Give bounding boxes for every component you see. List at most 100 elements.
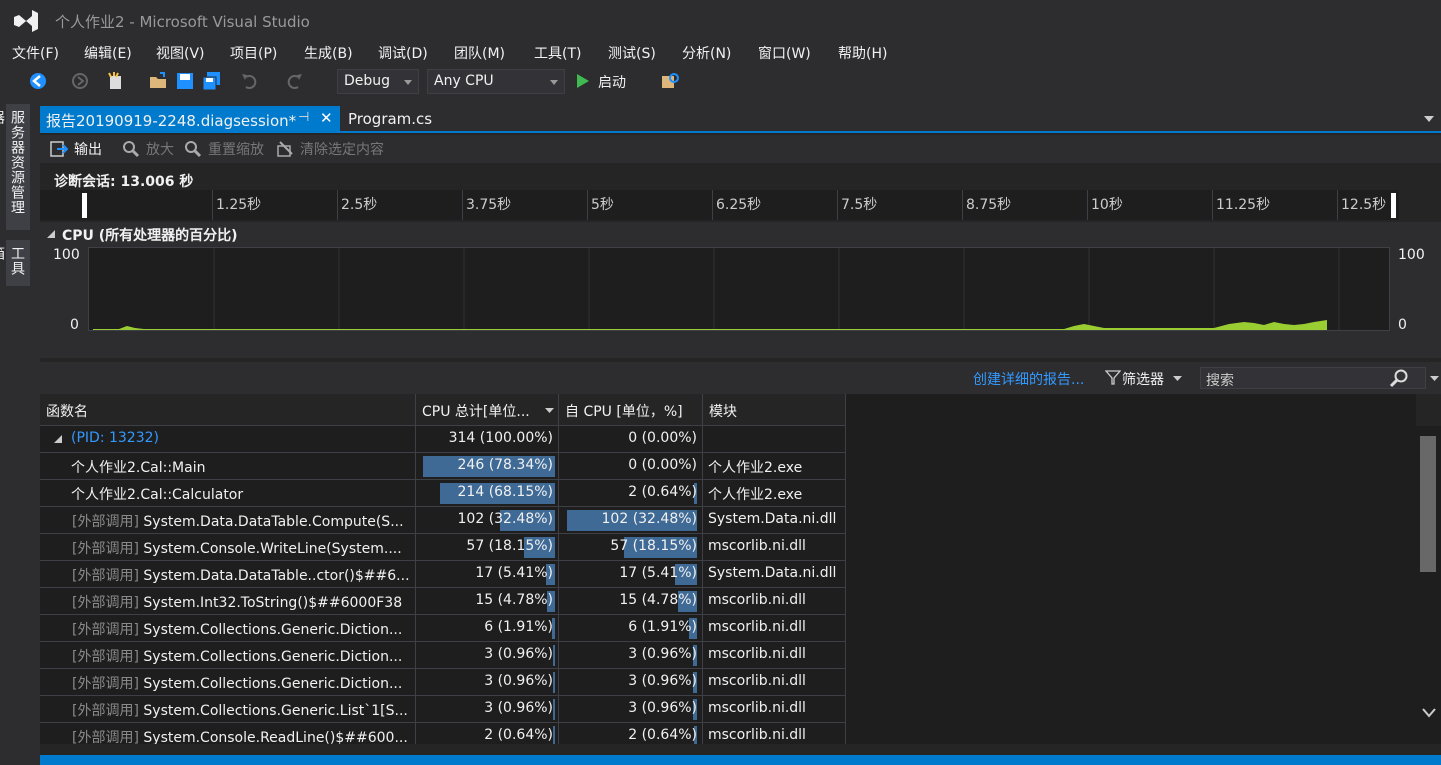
- redo-icon[interactable]: [284, 71, 304, 91]
- reset-zoom-icon: [185, 141, 202, 158]
- search-input[interactable]: 搜索: [1200, 367, 1426, 389]
- menu-project[interactable]: 项目(P): [230, 43, 277, 63]
- toolbox-tab[interactable]: 工具箱: [0, 240, 30, 286]
- external-call-prefix: [外部调用]: [72, 703, 139, 719]
- total-cpu-bar: [553, 645, 555, 666]
- table-row[interactable]: [外部调用] System.Collections.Generic.Dictio…: [40, 669, 846, 696]
- timeline-ruler[interactable]: 1.25秒 2.5秒 3.75秒 5秒 6.25秒 7.5秒 8.75秒 10秒…: [40, 190, 1399, 220]
- vertical-scrollbar[interactable]: [1416, 426, 1441, 744]
- filter-dropdown[interactable]: 筛选器: [1105, 368, 1185, 388]
- platform-value: Any CPU: [434, 73, 494, 89]
- module-cell: System.Data.ni.dll: [703, 561, 846, 588]
- self-cpu-cell: 17 (5.41%): [559, 561, 703, 588]
- collapse-triangle-icon[interactable]: [47, 230, 55, 238]
- self-cpu-cell: 2 (0.64%): [559, 723, 703, 744]
- undo-icon[interactable]: [240, 71, 260, 91]
- table-row[interactable]: [外部调用] System.Console.WriteLine(System..…: [40, 534, 846, 561]
- close-icon[interactable]: ✕: [320, 109, 333, 127]
- self-cpu-cell: 0 (0.00%): [559, 426, 703, 453]
- module-name: mscorlib.ni.dll: [708, 619, 806, 635]
- menu-file[interactable]: 文件(F): [12, 43, 59, 63]
- table-row[interactable]: [外部调用] System.Console.ReadLine()$##600..…: [40, 723, 846, 744]
- menu-edit[interactable]: 编辑(E): [84, 43, 132, 63]
- menu-analyze[interactable]: 分析(N): [682, 43, 731, 63]
- menu-tools[interactable]: 工具(T): [534, 43, 581, 63]
- filter-icon: [1105, 370, 1121, 385]
- column-header-self-cpu[interactable]: 自 CPU [单位，%]: [559, 394, 703, 426]
- total-cpu-cell: 246 (78.34%): [416, 453, 559, 480]
- total-cpu-value: 2 (0.64%): [484, 727, 553, 743]
- table-row[interactable]: [外部调用] System.Collections.Generic.List`1…: [40, 696, 846, 723]
- function-name-cell: [外部调用] System.Data.DataTable..ctor()$##6…: [40, 561, 416, 588]
- output-button[interactable]: 输出: [50, 139, 102, 159]
- pin-icon[interactable]: ⊣: [298, 110, 309, 125]
- timeline-start-handle[interactable]: [82, 193, 87, 218]
- table-row[interactable]: 个人作业2.Cal::Main 246 (78.34%) 0 (0.00%) 个人作业…: [40, 453, 846, 480]
- zoom-in-button[interactable]: 放大: [122, 139, 174, 159]
- scroll-down-chevron-icon[interactable]: [1422, 708, 1436, 718]
- cpu-usage-chart[interactable]: [88, 247, 1390, 331]
- menu-window[interactable]: 窗口(W): [758, 43, 811, 63]
- chevron-down-icon: [550, 80, 558, 85]
- column-header-function[interactable]: 函数名: [40, 394, 416, 426]
- ruler-label: 3.75秒: [466, 197, 512, 213]
- navigate-forward-icon[interactable]: [70, 71, 90, 91]
- table-row[interactable]: [外部调用] System.Data.DataTable.Compute(S..…: [40, 507, 846, 534]
- module-name: mscorlib.ni.dll: [708, 646, 806, 662]
- reset-zoom-button[interactable]: 重置缩放: [184, 139, 264, 159]
- process-id-label[interactable]: (PID: 13232): [71, 430, 159, 446]
- table-row[interactable]: (PID: 13232) 314 (100.00%) 0 (0.00%): [40, 426, 846, 453]
- timeline-end-handle[interactable]: [1391, 193, 1396, 218]
- table-row[interactable]: [外部调用] System.Collections.Generic.Dictio…: [40, 615, 846, 642]
- self-cpu-value: 57 (18.15%): [610, 538, 697, 554]
- table-row[interactable]: [外部调用] System.Int32.ToString()$##6000F38…: [40, 588, 846, 615]
- table-row[interactable]: [外部调用] System.Data.DataTable..ctor()$##6…: [40, 561, 846, 588]
- clear-selection-label: 清除选定内容: [300, 142, 384, 158]
- external-call-prefix: [外部调用]: [72, 649, 139, 665]
- create-detailed-report-link[interactable]: 创建详细的报告...: [973, 369, 1084, 389]
- collapse-triangle-icon[interactable]: [54, 435, 62, 443]
- table-row[interactable]: 个人作业2.Cal::Calculator 214 (68.15%) 2 (0.64…: [40, 480, 846, 507]
- tab-diagsession[interactable]: 报告20190919-2248.diagsession* ⊣ ✕: [40, 106, 340, 133]
- module-name: System.Data.ni.dll: [708, 565, 837, 581]
- tab-program-cs[interactable]: Program.cs: [342, 106, 438, 133]
- menu-test[interactable]: 测试(S): [608, 43, 656, 63]
- column-header-total-cpu[interactable]: CPU 总计[单位...: [416, 394, 559, 426]
- solution-configuration-dropdown[interactable]: Debug: [337, 69, 419, 94]
- server-explorer-tab[interactable]: 服务器资源管理器: [0, 104, 30, 230]
- clear-selection-button[interactable]: 清除选定内容: [276, 139, 384, 159]
- search-icon[interactable]: [1389, 369, 1409, 388]
- module-cell: mscorlib.ni.dll: [703, 588, 846, 615]
- solution-platform-dropdown[interactable]: Any CPU: [427, 69, 565, 94]
- search-options-chevron-icon[interactable]: [1430, 376, 1439, 381]
- navigate-back-icon[interactable]: [28, 71, 48, 91]
- self-cpu-cell: 15 (4.78%): [559, 588, 703, 615]
- total-cpu-value: 3 (0.96%): [484, 646, 553, 662]
- open-folder-icon[interactable]: [148, 71, 168, 91]
- new-project-icon[interactable]: [106, 71, 126, 91]
- ruler-tick: [712, 190, 713, 220]
- function-name-cell: 个人作业2.Cal::Main: [40, 453, 416, 480]
- visual-studio-logo-icon: [14, 10, 38, 32]
- column-header-label: CPU 总计[单位...: [422, 404, 530, 420]
- table-row[interactable]: [外部调用] System.Collections.Generic.Dictio…: [40, 642, 846, 669]
- total-cpu-cell: 214 (68.15%): [416, 480, 559, 507]
- total-cpu-value: 246 (78.34%): [457, 457, 553, 473]
- module-cell: mscorlib.ni.dll: [703, 696, 846, 723]
- save-icon[interactable]: [175, 71, 195, 91]
- start-button[interactable]: 启动: [574, 70, 646, 92]
- menu-help[interactable]: 帮助(H): [838, 43, 887, 63]
- self-cpu-cell: 57 (18.15%): [559, 534, 703, 561]
- column-header-module[interactable]: 模块: [703, 394, 846, 426]
- find-in-files-icon[interactable]: [660, 71, 680, 91]
- total-cpu-value: 57 (18.15%): [466, 538, 553, 554]
- function-name-cell: [外部调用] System.Collections.Generic.List`1…: [40, 696, 416, 723]
- menu-build[interactable]: 生成(B): [304, 43, 353, 63]
- tab-overflow-chevron-icon[interactable]: [1424, 116, 1434, 122]
- menu-team[interactable]: 团队(M): [454, 43, 505, 63]
- menu-view[interactable]: 视图(V): [156, 43, 205, 63]
- menu-debug[interactable]: 调试(D): [378, 43, 428, 63]
- scrollbar-thumb[interactable]: [1420, 436, 1436, 572]
- save-all-icon[interactable]: [202, 71, 222, 91]
- total-cpu-value: 3 (0.96%): [484, 700, 553, 716]
